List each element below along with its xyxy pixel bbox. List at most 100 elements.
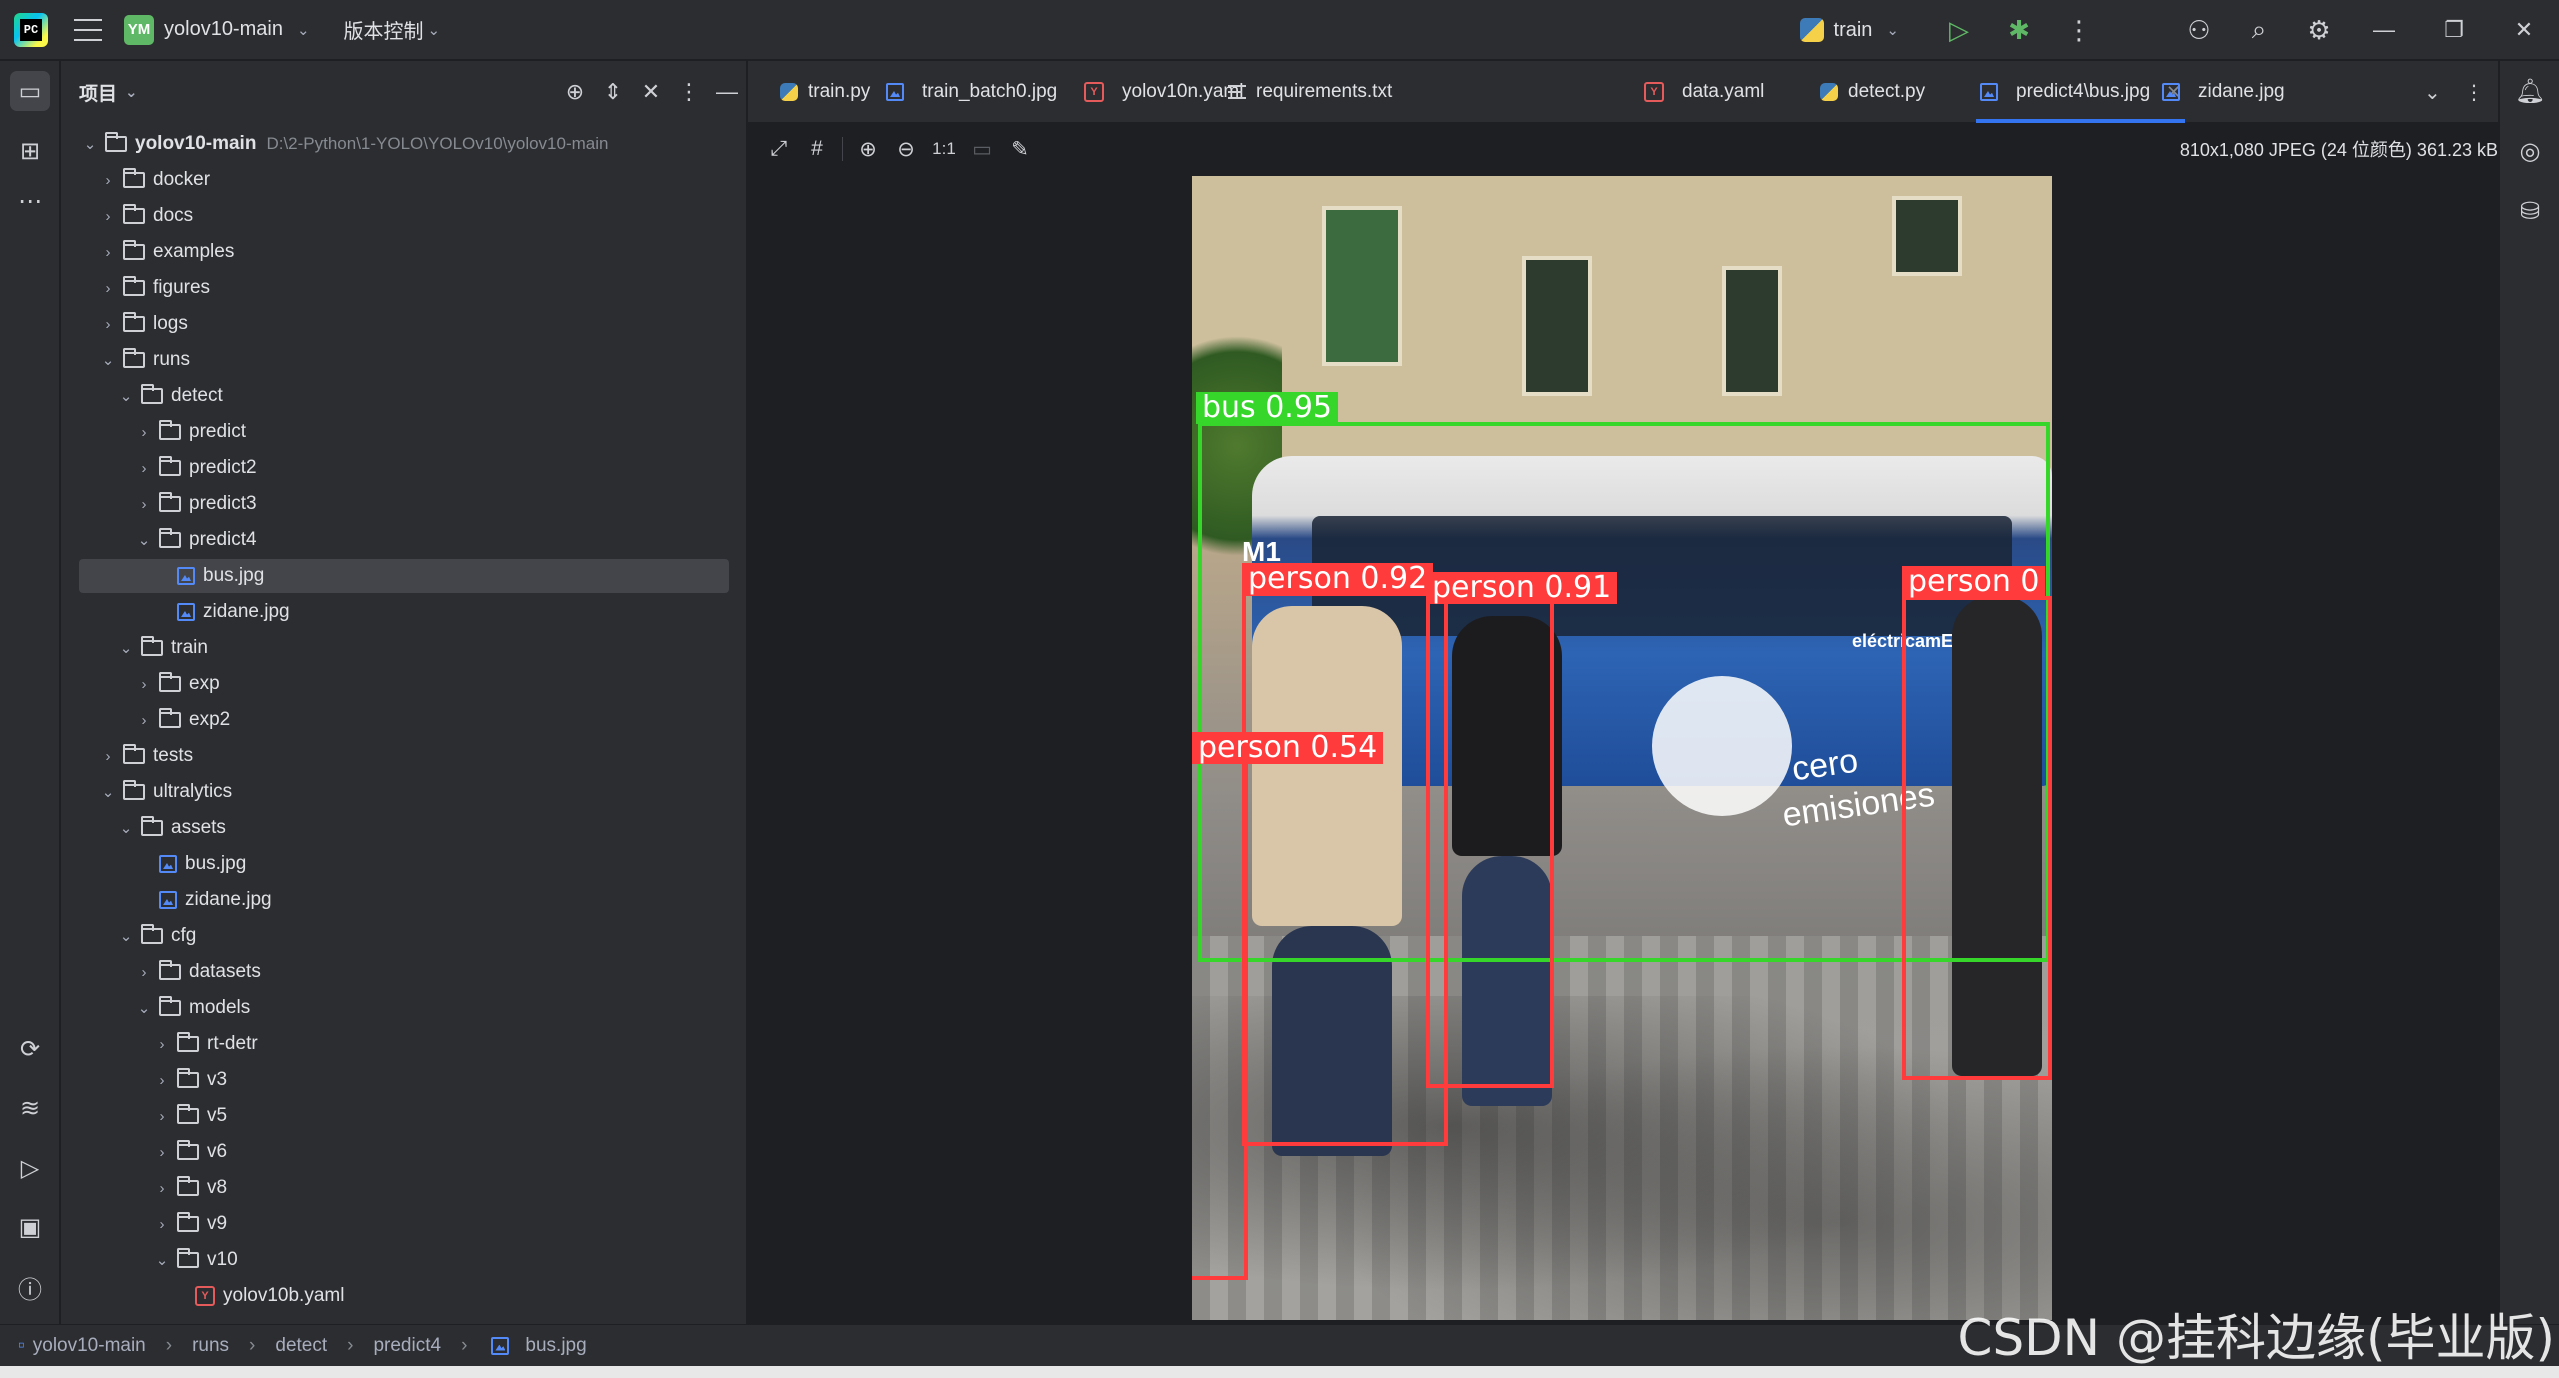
fit-zoom-icon[interactable]: ⤢ (760, 137, 798, 161)
tree-folder[interactable]: › predict2 (79, 451, 729, 485)
collapse-all-icon[interactable]: ✕ (632, 79, 670, 105)
breadcrumb-item[interactable]: runs (192, 1335, 229, 1357)
tab-yolov10n-yaml[interactable]: Yyolov10n.yaml (1080, 61, 1243, 123)
pycharm-logo-icon[interactable]: PC (14, 12, 48, 47)
restore-button[interactable]: ❐ (2419, 0, 2489, 60)
run-icon[interactable]: ▷ (1929, 0, 1989, 60)
tree-folder[interactable]: › v5 (79, 1099, 729, 1133)
tree-folder[interactable]: ⌄ assets (79, 811, 729, 845)
tree-folder[interactable]: ⌄ runs (79, 343, 729, 377)
add-user-icon[interactable]: ⚇ (2169, 0, 2229, 60)
tree-folder[interactable]: › figures (79, 271, 729, 305)
settings-gear-icon[interactable]: ⚙ (2289, 0, 2349, 60)
tree-folder[interactable]: › exp (79, 667, 729, 701)
python-packages-icon[interactable]: ⟳ (10, 1029, 50, 1069)
grid-icon[interactable]: # (798, 137, 836, 161)
tree-folder[interactable]: ⌄ ultralytics (79, 775, 729, 809)
tree-folder[interactable]: ⌄ predict4 (79, 523, 729, 557)
tab-list-chevron-icon[interactable]: ⌄ (2424, 61, 2441, 123)
hide-panel-icon[interactable]: — (708, 79, 746, 105)
layers-icon[interactable]: ≋ (10, 1088, 50, 1128)
debug-icon[interactable]: ✱ (1989, 0, 2049, 60)
tab-train-py[interactable]: train.py (780, 61, 870, 123)
image-icon (159, 855, 177, 873)
bbox-label-person-3: person 0 (1902, 566, 2046, 598)
structure-icon[interactable]: ⊞ (10, 131, 50, 171)
notifications-icon[interactable]: 🔔︎ (2510, 71, 2550, 111)
zoom-out-icon[interactable]: ⊖ (887, 137, 925, 162)
ai-assistant-icon[interactable]: ◎ (2510, 131, 2550, 171)
close-window-button[interactable]: ✕ (2489, 0, 2559, 60)
terminal-icon[interactable]: ▣ (10, 1207, 50, 1247)
breadcrumb-item[interactable]: detect (275, 1335, 327, 1357)
tree-folder[interactable]: ⌄ cfg (79, 919, 729, 953)
image-icon (177, 567, 195, 585)
breadcrumb-item[interactable]: predict4 (373, 1335, 441, 1357)
locate-file-icon[interactable]: ⊕ (556, 79, 594, 105)
tree-root[interactable]: ⌄ yolov10-main D:\2-Python\1-YOLO\YOLOv1… (79, 127, 729, 161)
tree-item-label: zidane.jpg (185, 889, 272, 910)
tab-data-yaml-label[interactable]: Ydata.yaml (1640, 61, 1764, 123)
tree-folder[interactable]: › exp2 (79, 703, 729, 737)
tree-folder[interactable]: › predict3 (79, 487, 729, 521)
tree-folder[interactable]: › datasets (79, 955, 729, 989)
tree-file[interactable]: Yyolov10b.yaml (79, 1279, 729, 1313)
title-bar: PC YM yolov10-main ⌄ 版本控制 ⌄ train ⌄ ▷ ✱ … (0, 0, 2559, 60)
tree-folder[interactable]: › v8 (79, 1171, 729, 1205)
chevron-right-icon: › (105, 747, 111, 765)
tree-folder[interactable]: ⌄ train (79, 631, 729, 665)
tree-folder[interactable]: › v3 (79, 1063, 729, 1097)
tree-folder[interactable]: ⌄ detect (79, 379, 729, 413)
tree-folder[interactable]: ⌄ models (79, 991, 729, 1025)
search-icon[interactable]: ⌕ (2229, 0, 2289, 60)
tree-file[interactable]: bus.jpg (79, 847, 729, 881)
project-folder-icon[interactable]: ▭ (10, 71, 50, 111)
chevron-right-icon: › (347, 1334, 354, 1356)
tab-requirements[interactable]: requirements.txt (1228, 61, 1392, 123)
options-icon[interactable]: ⋮ (670, 79, 708, 105)
tree-folder[interactable]: › v9 (79, 1207, 729, 1241)
project-switcher[interactable]: YM yolov10-main ⌄ (124, 14, 310, 45)
bbox-label-person-4: person 0.54 (1192, 732, 1384, 764)
python-icon (780, 83, 798, 101)
more-tools-icon[interactable]: ⋯ (10, 181, 50, 221)
services-icon[interactable]: ▷ (10, 1148, 50, 1188)
tab-predict4-bus[interactable]: predict4\bus.jpg ✕ (1976, 61, 2186, 123)
main-menu-icon[interactable] (74, 18, 102, 41)
tab-detect-py[interactable]: detect.py (1820, 61, 1925, 123)
more-actions-icon[interactable]: ⋮ (2049, 0, 2109, 60)
tab-options-icon[interactable]: ⋮ (2464, 61, 2484, 123)
breadcrumb-item[interactable]: yolov10-main (33, 1335, 146, 1357)
tree-file[interactable]: zidane.jpg (79, 595, 729, 629)
chevron-right-icon: › (141, 423, 147, 441)
problems-icon[interactable]: ⓘ (10, 1267, 50, 1307)
tree-folder[interactable]: › tests (79, 739, 729, 773)
tab-zidane[interactable]: zidane.jpg (2158, 61, 2285, 123)
tree-folder[interactable]: › docker (79, 163, 729, 197)
background-icon[interactable]: ▭ (963, 137, 1001, 162)
vcs-menu[interactable]: 版本控制 ⌄ (344, 15, 441, 44)
text-file-icon (1228, 85, 1246, 99)
tree-folder[interactable]: › rt-detr (79, 1027, 729, 1061)
tree-folder[interactable]: › predict (79, 415, 729, 449)
database-icon[interactable]: ⛁ (2510, 191, 2550, 231)
tree-file[interactable]: bus.jpg (79, 559, 729, 593)
tree-item-label: predict2 (189, 457, 257, 478)
tree-folder[interactable]: › v6 (79, 1135, 729, 1169)
folder-icon (159, 492, 181, 512)
zoom-in-icon[interactable]: ⊕ (849, 137, 887, 162)
tree-folder[interactable]: › logs (79, 307, 729, 341)
actual-size-button[interactable]: 1:1 (925, 139, 963, 159)
tree-folder[interactable]: ⌄ v10 (79, 1243, 729, 1277)
tree-folder[interactable]: › docs (79, 199, 729, 233)
chevron-down-icon: ⌄ (119, 388, 133, 405)
tree-item-label: train (171, 637, 208, 658)
tree-folder[interactable]: › examples (79, 235, 729, 269)
tab-train-batch0[interactable]: train_batch0.jpg (882, 61, 1057, 123)
breadcrumb-item[interactable]: bus.jpg (525, 1335, 586, 1357)
run-configuration-selector[interactable]: train ⌄ (1799, 18, 1899, 42)
minimize-button[interactable]: — (2349, 0, 2419, 60)
color-picker-icon[interactable]: ✎ (1001, 137, 1039, 162)
expand-all-icon[interactable]: ⇕ (594, 79, 632, 105)
tree-file[interactable]: zidane.jpg (79, 883, 729, 917)
